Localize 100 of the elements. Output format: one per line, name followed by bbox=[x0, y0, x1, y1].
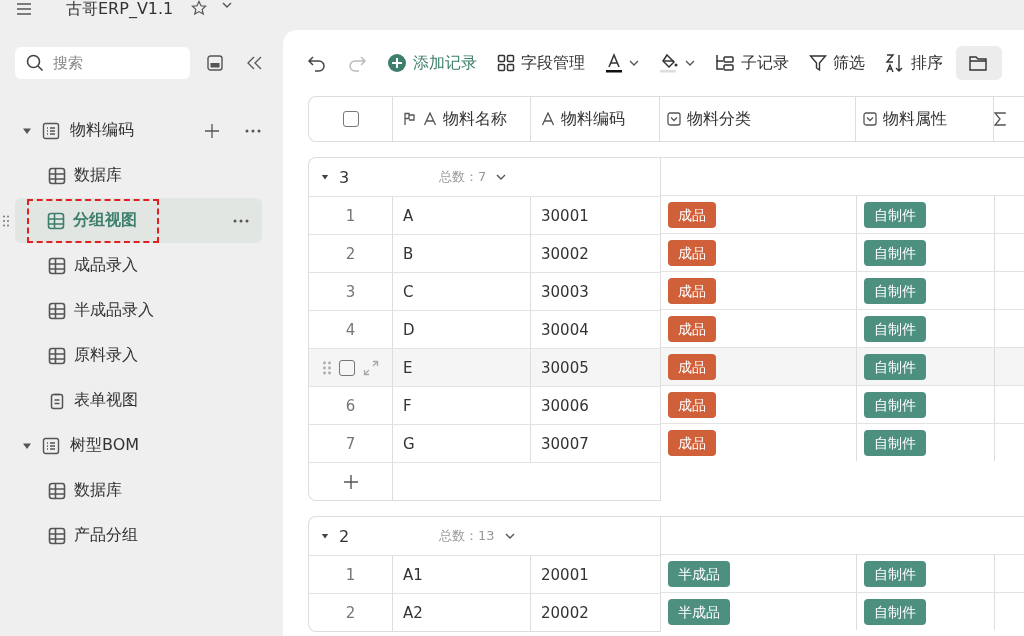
table-cell: F bbox=[393, 387, 531, 424]
chevron-down-icon bbox=[629, 59, 639, 67]
item-label: 表单视图 bbox=[74, 390, 138, 411]
item-label: 原料录入 bbox=[74, 345, 138, 366]
select-all-checkbox[interactable] bbox=[342, 111, 359, 127]
tree-item[interactable]: 半成品录入 bbox=[15, 288, 262, 333]
table-cell: A bbox=[393, 197, 531, 234]
row-number: 1 bbox=[345, 206, 356, 225]
dropdown-type-icon bbox=[667, 112, 681, 126]
expand-caret-icon[interactable] bbox=[321, 173, 329, 181]
attribute-tag: 自制件 bbox=[864, 277, 926, 304]
add-button[interactable]: 添加记录 bbox=[380, 46, 484, 80]
attribute-tag: 自制件 bbox=[864, 315, 926, 342]
drag-handle-icon[interactable] bbox=[3, 214, 9, 227]
table-cell-text: 30001 bbox=[540, 205, 590, 227]
attribute-tag: 自制件 bbox=[864, 239, 926, 266]
folder-label: 物料编码 bbox=[70, 120, 134, 141]
header-label: 物料名称 bbox=[443, 108, 507, 130]
column-header[interactable]: 物料编码 bbox=[531, 97, 659, 141]
table-icon bbox=[48, 301, 66, 320]
table-cell-text: 20001 bbox=[540, 564, 590, 586]
paint-bucket-icon bbox=[659, 53, 679, 73]
header-label: 物料分类 bbox=[687, 108, 751, 130]
expand-caret-icon[interactable] bbox=[321, 532, 329, 540]
table-cell-text: 30007 bbox=[540, 433, 590, 455]
table-cell: A2 bbox=[393, 594, 531, 631]
drag-handle-icon[interactable] bbox=[322, 360, 331, 375]
category-tag: 成品 bbox=[668, 201, 716, 228]
tree-folder[interactable]: 树型BOM bbox=[0, 423, 262, 468]
text-type-icon bbox=[423, 112, 437, 126]
tree-item[interactable]: 表单视图 bbox=[15, 378, 262, 423]
column-header[interactable]: 物料名称 bbox=[393, 97, 531, 141]
header-label: 物料属性 bbox=[883, 108, 947, 130]
panel-icon[interactable] bbox=[207, 55, 223, 71]
row-number: 1 bbox=[345, 565, 356, 584]
row-checkbox[interactable] bbox=[338, 359, 355, 376]
table-cell-text: 30004 bbox=[540, 319, 590, 341]
filter-button[interactable]: 筛选 bbox=[802, 46, 872, 80]
row-number: 2 bbox=[345, 244, 356, 263]
folder-icon bbox=[968, 54, 988, 72]
row-number: 7 bbox=[345, 434, 356, 453]
table-cell: A1 bbox=[393, 556, 531, 593]
tree-item[interactable]: 原料录入 bbox=[15, 333, 262, 378]
row-number: 3 bbox=[345, 282, 356, 301]
group-button[interactable] bbox=[956, 46, 1002, 80]
text-color-icon bbox=[605, 53, 623, 73]
group-title: 2 bbox=[339, 526, 351, 546]
tree-item[interactable]: 数据库 bbox=[15, 153, 262, 198]
chevron-down-icon[interactable] bbox=[221, 0, 234, 10]
item-label: 成品录入 bbox=[74, 255, 138, 276]
sort-button[interactable]: 排序 bbox=[878, 46, 950, 80]
chevron-down-icon[interactable] bbox=[496, 173, 507, 181]
category-tag: 半成品 bbox=[668, 560, 730, 587]
category-tag: 成品 bbox=[668, 315, 716, 342]
add-row-icon[interactable] bbox=[342, 473, 359, 490]
hierarchy-icon bbox=[715, 54, 735, 72]
table-cell-text: 30003 bbox=[540, 281, 590, 303]
subrecord-button[interactable]: 子记录 bbox=[708, 46, 796, 80]
column-header[interactable]: 物料属性 bbox=[856, 97, 994, 141]
chevron-down-icon[interactable] bbox=[504, 532, 515, 540]
more-icon[interactable] bbox=[244, 127, 262, 134]
attribute-tag: 自制件 bbox=[864, 353, 926, 380]
category-tag: 半成品 bbox=[668, 598, 730, 625]
table-icon bbox=[48, 346, 66, 365]
table-icon bbox=[48, 481, 66, 500]
tree-item[interactable]: 产品分组 bbox=[15, 513, 262, 558]
table-icon bbox=[48, 166, 66, 185]
list-icon bbox=[42, 436, 60, 455]
category-tag: 成品 bbox=[668, 353, 716, 380]
tree-folder[interactable]: 物料编码 bbox=[0, 108, 262, 153]
plus-circle-icon bbox=[387, 53, 407, 73]
sort-icon bbox=[885, 53, 905, 73]
tree-item[interactable]: 数据库 bbox=[15, 468, 262, 513]
table-icon bbox=[48, 256, 66, 275]
more-icon[interactable] bbox=[232, 217, 250, 224]
table-cell: G bbox=[393, 425, 531, 462]
table-cell: C bbox=[393, 273, 531, 310]
text-type-icon bbox=[541, 112, 555, 126]
column-header[interactable]: 物料分类 bbox=[660, 97, 856, 141]
search-icon bbox=[26, 54, 44, 72]
filter-icon bbox=[809, 54, 827, 72]
category-tag: 成品 bbox=[668, 391, 716, 418]
menu-icon[interactable] bbox=[16, 2, 32, 16]
attribute-tag: 自制件 bbox=[864, 391, 926, 418]
table-cell: E bbox=[393, 349, 531, 386]
category-tag: 成品 bbox=[668, 277, 716, 304]
attribute-tag: 自制件 bbox=[864, 429, 926, 456]
fields-button[interactable]: 字段管理 bbox=[490, 46, 592, 80]
undo-icon bbox=[307, 54, 327, 72]
header-label: 物料编码 bbox=[561, 108, 625, 130]
category-tag: 成品 bbox=[668, 239, 716, 266]
star-icon[interactable] bbox=[191, 0, 208, 16]
grid-icon bbox=[497, 54, 515, 72]
search-field[interactable]: 搜索 bbox=[15, 47, 190, 79]
collapse-sidebar-icon[interactable] bbox=[245, 55, 263, 71]
redo-icon bbox=[347, 54, 367, 72]
tree-item[interactable]: 成品录入 bbox=[15, 243, 262, 288]
sigma-icon bbox=[994, 112, 1006, 126]
add-icon[interactable] bbox=[204, 122, 220, 139]
row-number: 2 bbox=[345, 603, 356, 622]
